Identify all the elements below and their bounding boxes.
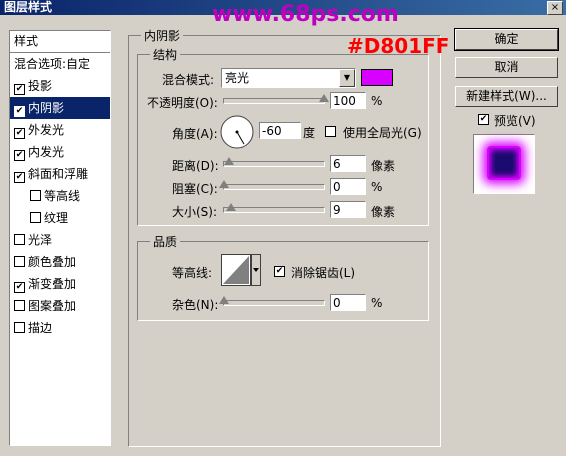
opacity-input[interactable]: 100 (330, 92, 366, 109)
style-item-label: 光泽 (28, 233, 53, 247)
choke-slider[interactable] (219, 180, 325, 190)
style-item[interactable]: 光泽 (10, 229, 110, 251)
window-title: 图层样式 (4, 0, 53, 14)
choke-slider-thumb[interactable] (219, 180, 229, 188)
new-style-button[interactable]: 新建样式(W)... (455, 86, 558, 107)
opacity-slider[interactable] (223, 94, 329, 104)
style-item-label: 纹理 (44, 211, 69, 225)
preview-swatch (487, 146, 521, 180)
cancel-button[interactable]: 取消 (455, 57, 558, 78)
distance-slider-thumb[interactable] (224, 157, 234, 165)
noise-slider-thumb[interactable] (219, 296, 229, 304)
style-item-checkbox[interactable]: ✔ (14, 128, 25, 139)
antialias-checkbox[interactable]: ✔ (274, 266, 285, 277)
size-input[interactable]: 9 (330, 201, 366, 218)
style-item-label: 内阴影 (28, 101, 65, 115)
preview-checkbox[interactable]: ✔ (478, 114, 489, 125)
style-item-checkbox[interactable]: ✔ (14, 282, 25, 293)
noise-percent: % (371, 296, 383, 310)
style-item-checkbox[interactable] (30, 190, 41, 201)
style-item-checkbox[interactable] (30, 212, 41, 223)
style-item-label: 外发光 (28, 123, 65, 137)
choke-percent: % (371, 180, 383, 194)
angle-dial[interactable] (219, 114, 255, 150)
styles-list: 样式 混合选项:自定 ✔ 投影 ✔ 内阴影 ✔ 外发光 ✔ 内发光 ✔ 斜面和浮雕 等高线 纹理 光泽颜… (9, 30, 111, 446)
distance-input[interactable]: 6 (330, 155, 366, 172)
angle-label: 角度(A): (172, 127, 218, 141)
style-preview (473, 134, 535, 194)
noise-slider[interactable] (219, 296, 325, 306)
style-item-label: 斜面和浮雕 (28, 167, 89, 181)
style-item[interactable]: ✔ 渐变叠加 (10, 273, 110, 295)
noise-label: 杂色(N): (172, 298, 219, 312)
global-light-checkbox[interactable] (325, 126, 336, 137)
blend-mode-label: 混合模式: (162, 73, 215, 87)
blend-options-item[interactable]: 混合选项:自定 (10, 53, 110, 75)
size-slider[interactable] (223, 203, 325, 213)
style-item[interactable]: ✔ 内阴影 (10, 97, 110, 119)
shadow-color-swatch[interactable] (361, 69, 393, 86)
preview-label: 预览(V) (494, 114, 536, 128)
style-item-checkbox[interactable] (14, 256, 25, 267)
style-item[interactable]: 描边 (10, 317, 110, 339)
style-item[interactable]: ✔ 内发光 (10, 141, 110, 163)
noise-input[interactable]: 0 (330, 294, 366, 311)
choke-input[interactable]: 0 (330, 178, 366, 195)
contour-label: 等高线: (172, 266, 213, 280)
style-item-checkbox[interactable] (14, 234, 25, 245)
ok-button[interactable]: 确定 (454, 28, 559, 51)
distance-unit: 像素 (371, 159, 396, 173)
style-item-label: 等高线 (44, 189, 81, 203)
style-item-label: 描边 (28, 321, 53, 335)
style-item[interactable]: 图案叠加 (10, 295, 110, 317)
contour-picker[interactable] (221, 254, 261, 286)
distance-slider[interactable] (223, 157, 325, 167)
blend-mode-value: 亮光 (225, 71, 250, 85)
blend-mode-select[interactable]: 亮光 ▼ (221, 68, 356, 88)
style-item[interactable]: 等高线 (10, 185, 110, 207)
opacity-label: 不透明度(O): (147, 96, 218, 110)
global-light-label: 使用全局光(G) (343, 126, 422, 140)
style-item-label: 投影 (28, 79, 53, 93)
style-item[interactable]: 纹理 (10, 207, 110, 229)
style-item-checkbox[interactable]: ✔ (14, 84, 25, 95)
chevron-down-icon[interactable]: ▼ (339, 69, 355, 87)
style-item-label: 颜色叠加 (28, 255, 77, 269)
close-icon[interactable]: × (547, 1, 563, 15)
opacity-slider-thumb[interactable] (319, 94, 329, 102)
style-item-checkbox[interactable]: ✔ (14, 106, 25, 117)
style-item[interactable]: ✔ 投影 (10, 75, 110, 97)
style-item-label: 渐变叠加 (28, 277, 77, 291)
structure-title: 结构 (150, 46, 181, 63)
style-item-label: 图案叠加 (28, 299, 77, 313)
style-item[interactable]: 颜色叠加 (10, 251, 110, 273)
size-label: 大小(S): (172, 205, 218, 219)
styles-header[interactable]: 样式 (10, 31, 110, 53)
style-item-checkbox[interactable]: ✔ (14, 172, 25, 183)
distance-label: 距离(D): (172, 159, 219, 173)
size-unit: 像素 (371, 205, 396, 219)
degree-label: 度 (303, 126, 316, 140)
style-item-label: 内发光 (28, 145, 65, 159)
style-item-checkbox[interactable]: ✔ (14, 150, 25, 161)
style-item[interactable]: ✔ 斜面和浮雕 (10, 163, 110, 185)
inner-shadow-section-title: 内阴影 (141, 27, 184, 44)
antialias-label: 消除锯齿(L) (291, 266, 356, 280)
size-slider-thumb[interactable] (226, 203, 236, 211)
color-note: #D801FF (347, 34, 450, 58)
watermark: www.68ps.com (212, 2, 399, 27)
angle-input[interactable]: -60 (259, 122, 301, 139)
opacity-percent: % (371, 94, 383, 108)
style-item-checkbox[interactable] (14, 300, 25, 311)
quality-title: 品质 (150, 233, 181, 250)
style-item-checkbox[interactable] (14, 322, 25, 333)
choke-label: 阻塞(C): (172, 182, 218, 196)
style-item[interactable]: ✔ 外发光 (10, 119, 110, 141)
